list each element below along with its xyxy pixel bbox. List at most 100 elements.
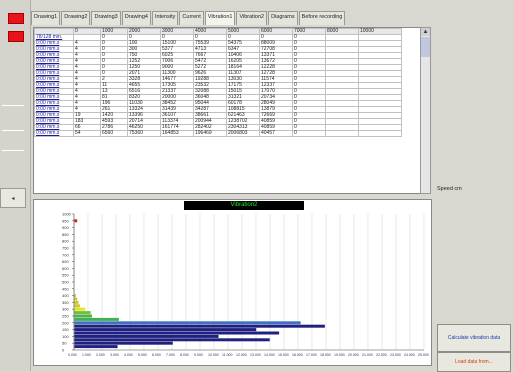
status-indicator-2 [8,31,24,42]
x-tick-label: 16.000 [292,353,303,357]
chart-svg: 0.000 1.000 2.000 3.000 4.000 5.000 6.000 7.000… [62,212,429,358]
grid-scrollbar[interactable]: ▲ [420,27,431,194]
x-tick-label: 4.000 [124,353,133,357]
chart-bar [74,331,280,335]
tab-vibration1[interactable]: Vibration1 [204,11,236,25]
x-tick-label: 18.000 [320,353,331,357]
tab-drawing3[interactable]: Drawing3 [91,11,121,25]
chart-bar [74,338,270,342]
x-tick-label: 25.000 [418,353,429,357]
table-cell: 75360 [127,130,161,137]
chart-bar [74,297,78,301]
y-tick-label: 550 [62,273,69,278]
x-tick-label: 21.000 [362,353,373,357]
table-cell: 0:00 mm.s [34,130,74,137]
x-tick-label: 23.000 [390,353,401,357]
table-cell: 196469 [193,130,227,137]
scroll-thumb[interactable] [421,37,430,57]
chart-bar [74,321,301,325]
x-tick-label: 2.000 [96,353,105,357]
tab-drawing2[interactable]: Drawing2 [61,11,91,25]
x-tick-label: 20.000 [348,353,359,357]
x-tick-label: 9.000 [194,353,203,357]
table-cell: 2006803 [226,130,260,137]
table-cell: 6560 [100,130,128,137]
y-tick-label: 650 [62,259,69,264]
x-tick-label: 11.000 [222,353,232,357]
chart-bar [74,324,325,328]
chart-bar [74,334,219,338]
status-indicator-1 [8,13,24,24]
x-tick-label: 14.000 [264,353,275,357]
y-tick-label: 150 [62,327,69,332]
table-cell: 40457 [259,130,293,137]
chart-bar [74,311,91,315]
chart-bar [74,294,76,298]
chart-bar [74,317,119,321]
y-tick-label: 350 [62,300,69,305]
y-tick-label: 850 [62,232,69,237]
tab-current[interactable]: Current [179,11,204,25]
side-button[interactable]: ◂ [0,188,26,208]
speed-label: Speed cm [437,186,462,192]
scroll-up-arrow-icon[interactable]: ▲ [421,28,430,36]
y-tick-label: 250 [62,314,69,319]
table-cell: 164853 [160,130,194,137]
x-tick-label: 3.000 [110,353,119,357]
chart-bar [74,219,78,223]
vibration-chart: Vibration2 0.000 1.000 2.000 3.000 4.000 5.00… [33,199,432,366]
tab-vibration2[interactable]: Vibration2 [236,11,268,25]
chart-bar [74,328,257,332]
chart-bar [74,314,92,318]
y-tick-label: 300 [62,307,69,312]
y-tick-label: 100 [62,334,69,339]
data-table: 0 1000 2000 3000 4000 5000 6000 7000 8000 10000 78… [34,28,402,137]
x-tick-label: 10.000 [208,353,219,357]
data-grid: 0 1000 2000 3000 4000 5000 6000 7000 8000 10000 78… [33,27,422,194]
load-button[interactable]: Load data from... [437,352,511,372]
tab-drawing4[interactable]: Drawing4 [121,11,151,25]
x-tick-label: 8.000 [180,353,189,357]
table-row[interactable]: 0:00 mm.s 54 6560 75360 164853 196469 2006803 4… [34,130,402,137]
y-tick-label: 0 [62,348,65,353]
tab-drawing1[interactable]: Drawing1 [31,11,61,25]
chart-bar [74,307,86,311]
divider [2,150,24,151]
y-tick-label: 50 [62,341,67,346]
tab-before-recording[interactable]: Before recording [298,11,346,25]
y-tick-label: 800 [62,239,69,244]
y-tick-label: 750 [62,246,69,251]
x-tick-label: 12.000 [236,353,247,357]
divider [2,105,24,106]
chart-bar [74,345,118,349]
x-tick-label: 0.000 [68,353,77,357]
y-tick-label: 400 [62,293,69,298]
chart-bar [74,341,173,345]
x-tick-label: 22.000 [376,353,387,357]
y-tick-label: 200 [62,320,69,325]
x-tick-label: 19.000 [334,353,345,357]
x-tick-label: 13.000 [250,353,261,357]
y-tick-label: 950 [62,218,69,223]
x-tick-label: 15.000 [278,353,289,357]
x-tick-label: 24.000 [404,353,415,357]
chart-bar [74,300,79,304]
tab-intensity[interactable]: Intensity [151,11,179,25]
table-cell: 54 [73,130,101,137]
y-tick-label: 900 [62,225,69,230]
tab-bar: Drawing1 Drawing2 Drawing3 Drawing4 Intensit… [31,11,434,25]
y-tick-label: 450 [62,286,69,291]
chart-bar [74,304,80,308]
table-cell: 0 [292,130,326,137]
y-tick-label: 600 [62,266,69,271]
x-tick-label: 6.000 [152,353,161,357]
x-tick-label: 17.000 [306,353,317,357]
x-tick-label: 5.000 [138,353,147,357]
calculate-button[interactable]: Calculate vibration data [437,324,511,352]
y-tick-label: 500 [62,280,69,285]
divider [2,130,24,131]
tab-diagrams[interactable]: Diagrams [268,11,298,25]
y-tick-label: 1000 [62,212,72,217]
y-tick-label: 700 [62,252,69,257]
table-cell [325,130,359,137]
